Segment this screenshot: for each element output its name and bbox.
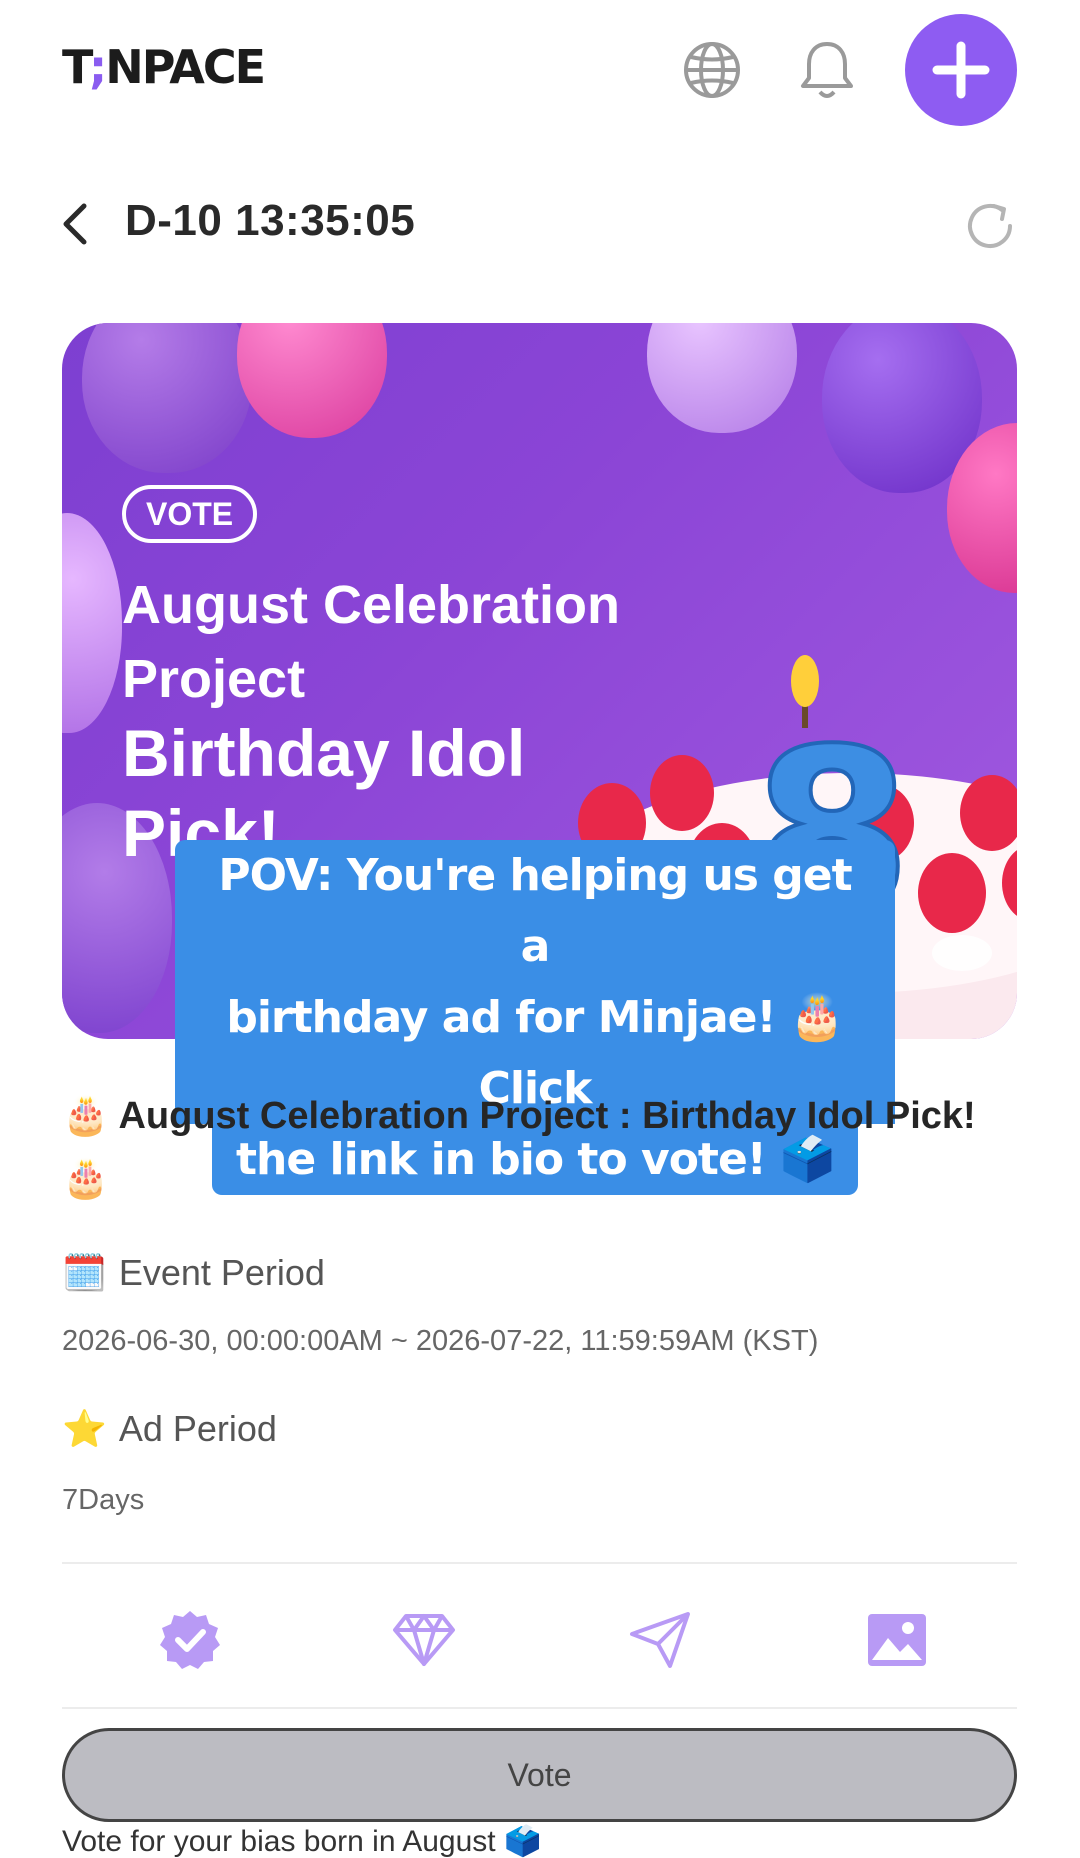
plus-icon	[932, 41, 990, 99]
app-logo[interactable]: T;NPACE	[62, 40, 266, 94]
balloon-decoration	[237, 323, 387, 438]
send-icon[interactable]	[620, 1600, 700, 1680]
countdown-timer: D-10 13:35:05	[125, 196, 416, 245]
balloon-decoration	[647, 323, 797, 433]
refresh-button[interactable]	[962, 198, 1018, 254]
vote-button[interactable]: Vote	[62, 1728, 1017, 1822]
vote-description: Vote for your bias born in August 🗳️	[62, 1825, 542, 1858]
refresh-icon	[968, 204, 1012, 248]
verified-badge-icon[interactable]	[150, 1600, 230, 1680]
divider	[62, 1562, 1017, 1564]
bell-icon[interactable]	[795, 38, 859, 102]
back-button[interactable]	[58, 200, 94, 248]
app-header: T;NPACE	[0, 0, 1080, 140]
action-bar	[62, 1600, 1017, 1680]
calendar-icon: 🗓️	[62, 1252, 107, 1293]
vote-badge: VOTE	[122, 485, 258, 543]
balloon-decoration	[62, 513, 122, 733]
post-title: 🎂 August Celebration Project : Birthday …	[62, 1095, 976, 1200]
ad-period-label: ⭐ Ad Period	[62, 1408, 277, 1449]
event-period-label: 🗓️ Event Period	[62, 1252, 325, 1293]
image-icon[interactable]	[857, 1600, 937, 1680]
create-button[interactable]	[905, 14, 1017, 126]
star-icon: ⭐	[62, 1408, 107, 1449]
caption-line: POV: You're helping us get a	[175, 840, 895, 982]
chevron-left-icon	[63, 203, 87, 245]
divider	[62, 1707, 1017, 1709]
event-period-value: 2026-06-30, 00:00:00AM ~ 2026-07-22, 11:…	[62, 1325, 819, 1357]
globe-icon[interactable]	[680, 38, 744, 102]
ad-period-value: 7Days	[62, 1484, 145, 1516]
balloon-decoration	[82, 323, 252, 473]
diamond-icon[interactable]	[384, 1600, 464, 1680]
